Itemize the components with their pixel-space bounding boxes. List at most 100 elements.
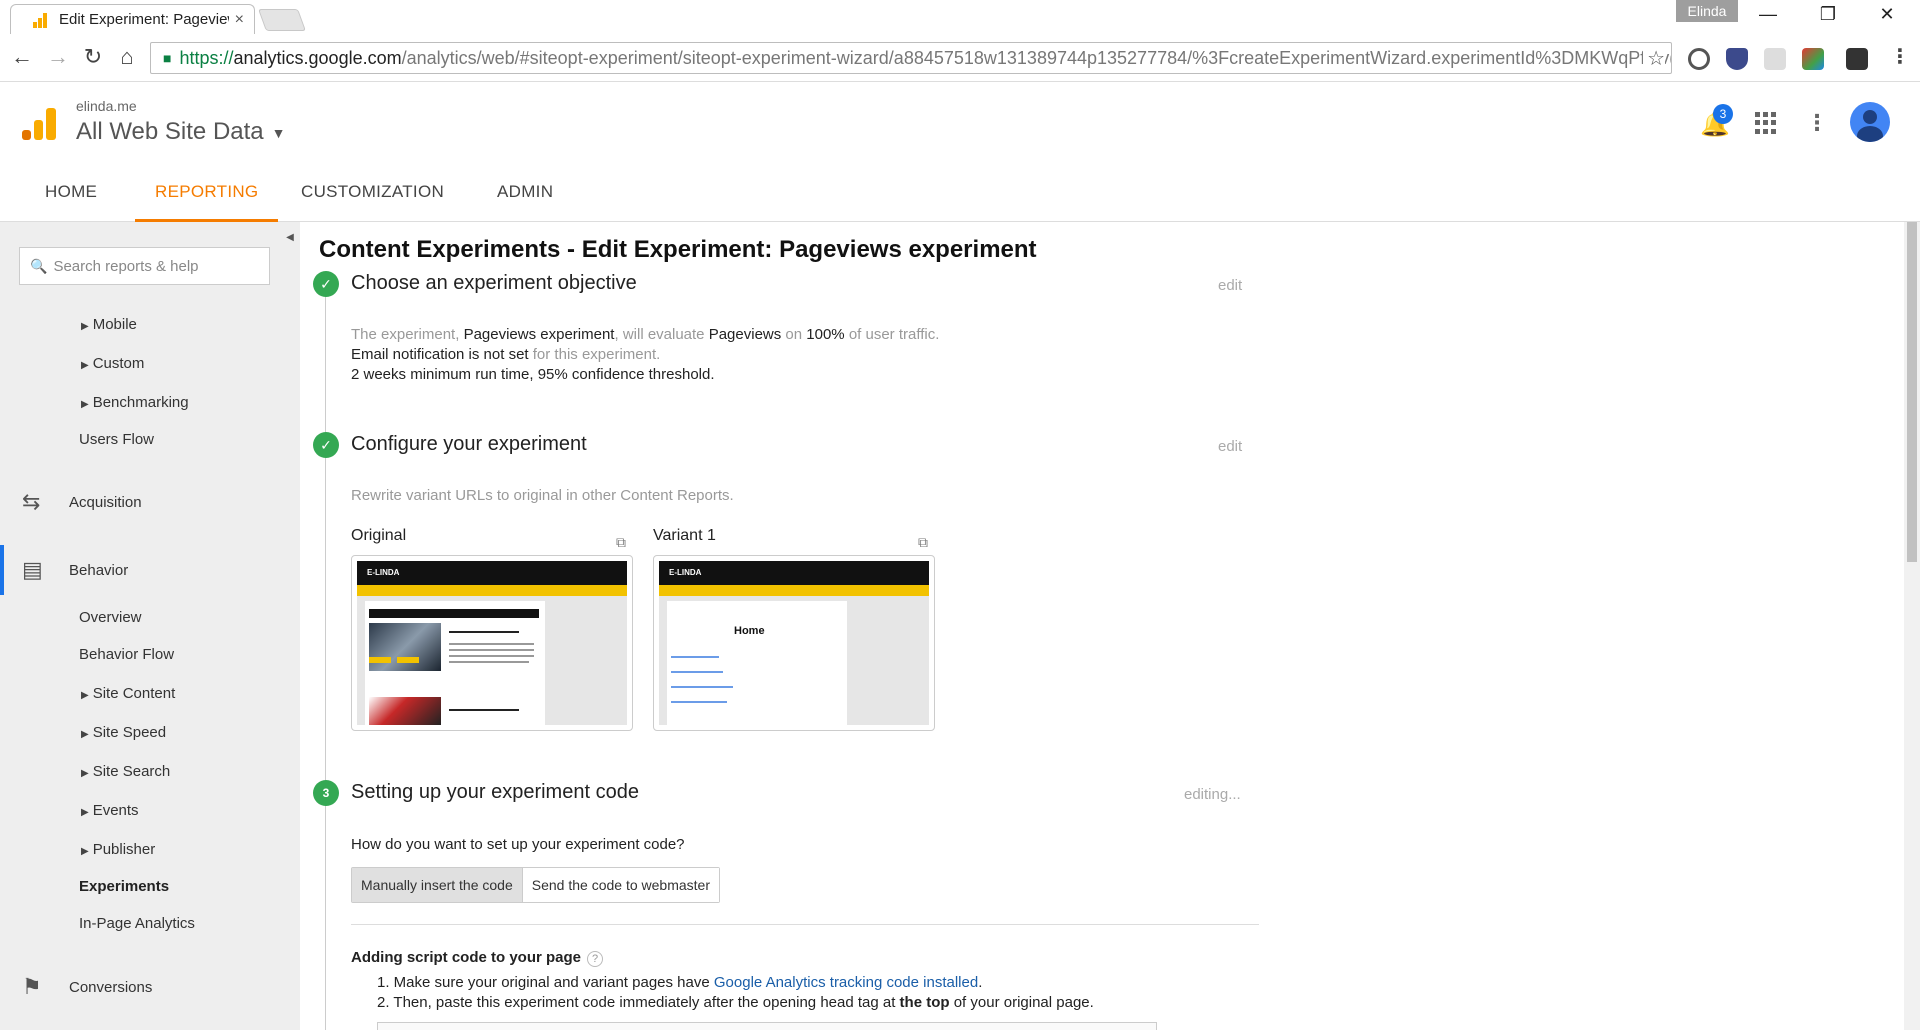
browser-profile-name[interactable]: Elinda [1676,0,1738,22]
extension-m-icon[interactable] [1846,48,1868,70]
search-placeholder: Search reports & help [53,257,199,275]
thumb-brand: E-LINDA [357,561,627,585]
nav-home[interactable]: HOME [45,162,97,222]
reload-icon[interactable]: ↻ [79,44,107,70]
page-scrollbar[interactable] [1904,222,1920,1030]
more-options-icon[interactable]: ⋮ [1806,110,1828,136]
browser-tab[interactable]: Edit Experiment: Pageviews × [10,4,255,34]
popout-icon[interactable]: ⧉ [616,534,626,551]
variant-page-thumbnail[interactable]: E-LINDA Home [653,555,935,731]
minimize-icon[interactable]: — [1743,4,1793,25]
nav-admin[interactable]: ADMIN [497,162,553,222]
sidebar-category-acquisition[interactable]: ⇆ Acquisition [0,477,300,527]
window-close-icon[interactable]: ✕ [1862,4,1912,25]
sidebar-item-behavior-flow[interactable]: Behavior Flow [79,646,174,663]
sidebar-item-publisher[interactable]: ▶ Publisher [81,841,155,858]
popout-icon[interactable]: ⧉ [918,534,928,551]
apps-grid-icon[interactable] [1755,112,1777,134]
avatar[interactable] [1850,102,1890,142]
search-reports-input[interactable]: 🔍 Search reports & help [19,247,270,285]
manually-insert-code-button[interactable]: Manually insert the code [352,868,523,902]
expand-arrow-icon: ▶ [81,690,89,701]
url-host: analytics.google.com [233,47,402,68]
step2-edit-link[interactable]: edit [1218,438,1242,455]
nav-reporting[interactable]: REPORTING [135,162,279,222]
sidebar-category-label: Behavior [69,561,129,579]
browser-menu-icon[interactable]: ⋮ [1886,44,1914,69]
sidebar-item-label: Benchmarking [92,394,189,411]
sidebar-item-label: Site Search [92,763,171,780]
flag-icon: ⚑ [22,974,42,999]
tab-close-icon[interactable]: × [235,11,244,29]
step1-edit-link[interactable]: edit [1218,277,1242,294]
sidebar-item-custom[interactable]: ▶ Custom [81,355,144,372]
expand-arrow-icon: ▶ [81,846,89,857]
collapse-sidebar-icon[interactable]: ◀ [281,226,299,250]
sidebar-item-events[interactable]: ▶ Events [81,802,139,819]
help-icon[interactable]: ? [587,951,604,967]
home-icon[interactable]: ⌂ [113,44,141,70]
extension-sync-icon[interactable] [1688,48,1710,70]
extension-chart-icon[interactable] [1802,48,1824,70]
url-path: /analytics/web/#siteopt-experiment/siteo… [401,47,1672,68]
expand-arrow-icon: ▶ [81,729,89,740]
chevron-down-icon: ▼ [271,124,286,141]
sidebar-item-label: Custom [92,355,145,372]
account-name[interactable]: elinda.me [76,98,137,114]
extension-shield-icon[interactable] [1726,48,1748,70]
step3-question: How do you want to set up your experimen… [351,836,685,853]
secure-lock-icon: ■ [163,50,172,66]
sidebar-category-conversions[interactable]: ⚑ Conversions [0,962,300,1012]
thumb-home-heading: Home [734,625,765,637]
sidebar-item-site-search[interactable]: ▶ Site Search [81,763,170,780]
sidebar-item-overview[interactable]: Overview [79,609,142,626]
new-tab-button[interactable] [257,9,307,31]
main-navigation: HOME REPORTING CUSTOMIZATION ADMIN [0,162,1920,222]
browser-tab-bar: Edit Experiment: Pageviews × Elinda — ❐ … [0,0,1920,34]
nav-customization[interactable]: CUSTOMIZATION [301,162,444,222]
expand-arrow-icon: ▶ [81,768,89,779]
step2-title: Configure your experiment [351,433,587,455]
sidebar-item-benchmarking[interactable]: ▶ Benchmarking [81,394,189,411]
sidebar-item-mobile[interactable]: ▶ Mobile [81,316,137,333]
page-title: Content Experiments - Edit Experiment: P… [319,236,1037,263]
step1-summary-line: The experiment, Pageviews experiment, wi… [351,326,940,343]
sidebar-item-label: Site Content [92,685,176,702]
bookmark-star-icon[interactable]: ☆ [1643,46,1665,71]
step1-title: Choose an experiment objective [351,272,637,294]
sidebar-item-label: Events [92,802,139,819]
address-bar[interactable]: ■ https://analytics.google.com/analytics… [150,42,1672,74]
expand-arrow-icon: ▶ [81,399,89,410]
property-name: All Web Site Data [76,118,264,145]
experiment-code-textarea[interactable] [377,1022,1157,1030]
google-analytics-logo-icon[interactable] [22,108,56,140]
send-to-webmaster-button[interactable]: Send the code to webmaster [522,868,719,902]
step-number-badge: 3 [313,780,339,806]
sidebar-item-users-flow[interactable]: Users Flow [79,431,154,448]
original-page-thumbnail[interactable]: E-LINDA [351,555,633,731]
step-complete-check-icon: ✓ [313,432,339,458]
sidebar-category-behavior[interactable]: ▤ Behavior [0,545,300,595]
behavior-layout-icon: ▤ [22,557,43,582]
sidebar-category-label: Acquisition [69,493,142,511]
sidebar-item-experiments[interactable]: Experiments [79,878,169,895]
tab-title: Edit Experiment: Pageviews [59,11,229,28]
divider [351,924,1259,925]
sidebar-item-site-content[interactable]: ▶ Site Content [81,685,175,702]
original-label: Original [351,527,407,544]
sidebar-item-label: Mobile [92,316,137,333]
step1-runtime-line: 2 weeks minimum run time, 95% confidence… [351,366,715,383]
restore-icon[interactable]: ❐ [1803,4,1853,25]
url-scheme: https:// [179,47,234,68]
analytics-favicon-icon [33,12,49,28]
extension-id-icon[interactable] [1764,48,1786,70]
property-selector[interactable]: All Web Site Data ▼ [76,118,286,146]
search-icon: 🔍 [30,257,48,274]
tracking-code-link[interactable]: Google Analytics tracking code installed [714,974,978,991]
back-icon[interactable]: ← [8,44,36,70]
wizard-timeline [325,282,326,1030]
sidebar-item-site-speed[interactable]: ▶ Site Speed [81,724,166,741]
sidebar-item-in-page-analytics[interactable]: In-Page Analytics [79,915,195,932]
forward-icon[interactable]: → [44,44,72,70]
expand-arrow-icon: ▶ [81,321,89,332]
